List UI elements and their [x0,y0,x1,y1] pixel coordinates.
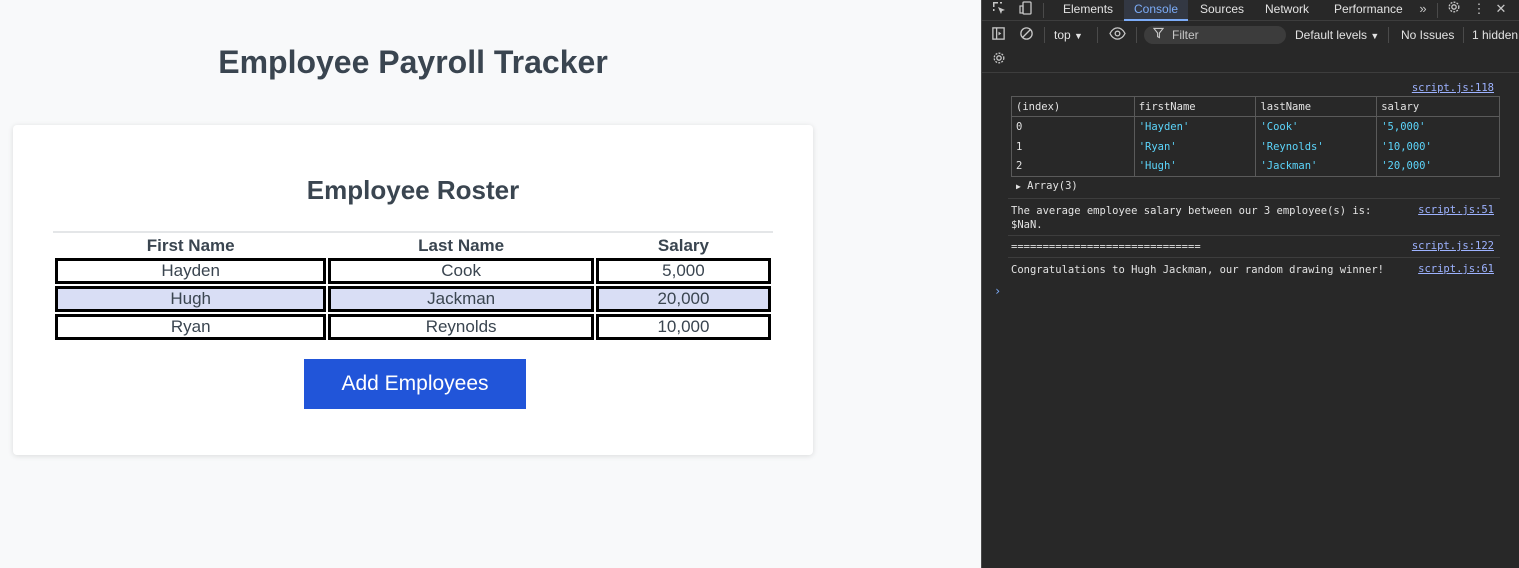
devtools-tabbar: Elements Console Sources Network Perform… [982,0,1519,21]
console-cell: 2 [1011,156,1135,177]
console-divider [1008,257,1500,258]
cell-salary: 20,000 [595,286,771,312]
issues-counter[interactable]: No Issues [1401,22,1454,48]
log-levels-dropdown[interactable]: Default levels ▼ [1295,22,1379,49]
kebab-menu-icon[interactable]: ⋮ [1468,0,1490,20]
roster-table: First Name Last Name Salary Hayden Cook … [53,231,773,342]
filter-input[interactable]: Filter [1144,26,1286,44]
console-divider [1008,198,1500,199]
console-settings-row [982,48,1519,73]
context-label: top [1054,28,1071,42]
console-message-average: The average employee salary between our … [1011,204,1371,232]
roster-header-row: First Name Last Name Salary [55,235,771,256]
console-settings-gear-icon[interactable] [990,51,1008,69]
console-cell: 'Hugh' [1133,156,1257,177]
console-divider [1008,235,1500,236]
cell-last-name: Cook [328,258,594,284]
tab-separator [1043,3,1044,18]
toolbar-separator [1097,27,1098,43]
cell-salary: 5,000 [595,258,771,284]
console-col-index[interactable]: (index) [1011,96,1135,117]
sidebar-toggle-icon[interactable] [989,26,1007,44]
console-col-firstname[interactable]: firstName [1133,96,1257,117]
array-expander[interactable]: ▶ Array(3) [1016,180,1078,192]
source-link[interactable]: script.js:61 [1418,263,1494,275]
cell-last-name: Jackman [328,286,594,312]
roster-title: Employee Roster [306,175,520,205]
console-table: (index) firstName lastName salary 0 'Hay… [1011,96,1500,177]
devtools-panel: Elements Console Sources Network Perform… [981,0,1519,568]
eye-icon[interactable] [1108,26,1126,44]
toolbar-separator [1136,27,1137,43]
console-cell: 'Jackman' [1255,156,1378,177]
array-label: Array(3) [1027,180,1078,192]
console-cell: 1 [1011,136,1135,157]
console-cell: '10,000' [1376,136,1500,157]
cell-first-name: Hayden [55,258,327,284]
console-message-winner: Congratulations to Hugh Jackman, our ran… [1011,264,1384,276]
table-row: Ryan Reynolds 10,000 [55,314,771,340]
console-cell: 'Reynolds' [1255,136,1378,157]
console-cell: 'Hayden' [1133,116,1257,137]
console-cell: 'Ryan' [1133,136,1257,157]
triangle-right-icon: ▶ [1016,182,1021,191]
roster-card: Employee Roster First Name Last Name Sal… [13,125,813,455]
clear-console-icon[interactable] [1017,26,1035,44]
page-title: Employee Payroll Tracker [218,44,608,80]
console-toolbar: top ▼ Filter Default levels ▼ No Issues … [982,22,1519,48]
average-line-1: The average employee salary between our … [1011,205,1372,217]
device-toolbar-icon[interactable] [1016,0,1038,20]
tab-separator [1437,3,1438,18]
header-first-name: First Name [146,235,235,255]
console-cell: 0 [1011,116,1135,137]
console-cell: 'Cook' [1255,116,1378,137]
tab-network[interactable]: Network [1265,0,1309,21]
inspect-element-icon[interactable] [988,0,1010,20]
console-table-header: (index) firstName lastName salary [1011,96,1500,117]
toolbar-separator [1044,27,1045,43]
console-col-salary[interactable]: salary [1376,96,1500,117]
gear-icon[interactable] [1443,0,1465,20]
console-table-row: 1 'Ryan' 'Reynolds' '10,000' [1011,136,1500,157]
log-levels-label: Default levels [1295,28,1368,42]
context-selector[interactable]: top ▼ [1054,22,1083,49]
close-icon[interactable]: ✕ [1490,0,1512,20]
filter-icon [1152,27,1165,42]
tab-elements[interactable]: Elements [1063,0,1113,21]
console-prompt[interactable]: › [994,284,1001,298]
console-table-row: 0 'Hayden' 'Cook' '5,000' [1011,116,1500,137]
toolbar-separator [1388,27,1389,43]
add-employees-button[interactable]: Add Employees [304,359,526,409]
header-salary: Salary [657,235,709,255]
chevron-double-right-icon[interactable]: » [1412,0,1434,20]
toolbar-separator [1463,27,1464,43]
console-message-separator: ============================== [1011,241,1201,253]
hidden-count[interactable]: 1 hidden [1472,22,1518,48]
cell-salary: 10,000 [595,314,771,340]
cell-first-name: Hugh [55,286,327,312]
header-last-name: Last Name [418,235,505,255]
table-row: Hayden Cook 5,000 [55,258,771,284]
cell-first-name: Ryan [55,314,327,340]
console-table-row: 2 'Hugh' 'Jackman' '20,000' [1011,156,1500,177]
console-col-lastname[interactable]: lastName [1255,96,1378,117]
cell-last-name: Reynolds [328,314,594,340]
source-link[interactable]: script.js:51 [1418,204,1494,216]
console-cell: '5,000' [1376,116,1500,137]
filter-placeholder: Filter [1172,28,1199,42]
tab-console[interactable]: Console [1124,0,1189,21]
tab-performance[interactable]: Performance [1334,0,1403,21]
table-row: Hugh Jackman 20,000 [55,286,771,312]
console-cell: '20,000' [1376,156,1500,177]
tab-sources[interactable]: Sources [1200,0,1244,21]
average-line-2: $NaN. [1011,219,1043,231]
app-page: Employee Payroll Tracker Employee Roster… [0,0,981,568]
source-link[interactable]: script.js:118 [1412,82,1494,94]
source-link[interactable]: script.js:122 [1412,240,1494,252]
